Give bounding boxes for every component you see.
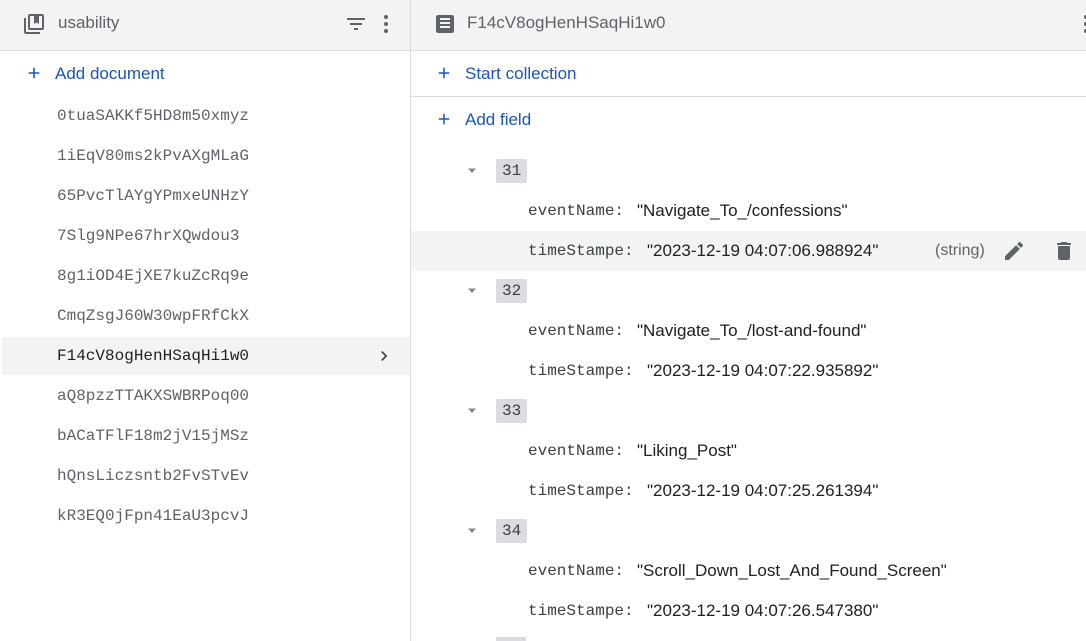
caret-down-icon[interactable] (466, 285, 478, 297)
field-value: "Scroll_Down_Lost_And_Found_Screen" (637, 561, 947, 580)
document-id: 8g1iOD4EjXE7kuZcRq9e (57, 267, 250, 285)
map-key-badge: 34 (496, 519, 528, 543)
map-key-row[interactable]: 32 (411, 271, 1086, 311)
document-id: CmqZsgJ60W30wpFRfCkX (57, 307, 250, 325)
collection-panel: usability Add document 0tuaSAKKf5HD8m50x… (0, 0, 410, 641)
edit-icon[interactable] (1002, 239, 1026, 263)
document-list-item[interactable]: 8g1iOD4EjXE7kuZcRq9e (2, 257, 410, 295)
map-key-badge: 31 (496, 159, 528, 183)
document-icon (436, 15, 454, 33)
map-key-row[interactable]: 34 (411, 511, 1086, 551)
document-id: hQnsLiczsntb2FvSTvEv (57, 467, 250, 485)
field-key: eventName: (528, 202, 625, 220)
document-list-item[interactable]: 65PvcTlAYgYPmxeUNHzY (2, 177, 410, 215)
field-row-timestampe[interactable]: timeStampe: "2023-12-19 04:07:22.935892" (411, 351, 1086, 391)
add-document-button[interactable]: Add document (0, 51, 410, 97)
document-panel: F14cV8ogHenHSaqHi1w0 Start collection Ad… (411, 0, 1086, 641)
caret-down-icon[interactable] (466, 525, 478, 537)
document-id: bACaTFlF18m2jV15jMSz (57, 427, 250, 445)
collection-header: usability (0, 0, 410, 51)
field-row-timestampe[interactable]: timeStampe: "2023-12-19 04:07:06.988924" (… (411, 231, 1086, 271)
document-list-item[interactable]: kR3EQ0jFpn41EaU3pcvJ (2, 497, 410, 535)
add-field-button[interactable]: Add field (411, 97, 1086, 143)
document-id: F14cV8ogHenHSaqHi1w0 (57, 347, 250, 365)
document-id: 0tuaSAKKf5HD8m50xmyz (57, 107, 250, 125)
plus-icon (28, 67, 40, 79)
field-type-label: (string) (935, 242, 985, 259)
document-list-item[interactable]: CmqZsgJ60W30wpFRfCkX (2, 297, 410, 335)
field-value: "Navigate_To_/confessions" (637, 201, 848, 220)
delete-icon[interactable] (1052, 239, 1076, 263)
field-value: "Navigate_To_/lost-and-found" (637, 321, 867, 340)
field-value: "2023-12-19 04:07:22.935892" (647, 361, 879, 380)
document-list-item[interactable]: 1iEqV80ms2kPvAXgMLaG (2, 137, 410, 175)
document-id: 65PvcTlAYgYPmxeUNHzY (57, 187, 250, 205)
document-list-item[interactable]: aQ8pzzTTAKXSWBRPoq00 (2, 377, 410, 415)
plus-icon (438, 113, 450, 125)
field-row-timestampe[interactable]: timeStampe: "2023-12-19 04:07:25.261394" (411, 471, 1086, 511)
document-id: 7Slg9NPe67hrXQwdou3 (57, 227, 240, 245)
document-list-item[interactable]: 7Slg9NPe67hrXQwdou3 (2, 217, 410, 255)
document-id: kR3EQ0jFpn41EaU3pcvJ (57, 507, 250, 525)
collection-title: usability (58, 13, 120, 32)
document-list-item[interactable]: F14cV8ogHenHSaqHi1w0 (2, 337, 410, 375)
map-key-row[interactable]: 33 (411, 391, 1086, 431)
field-value: "2023-12-19 04:07:06.988924" (647, 241, 879, 260)
field-key: eventName: (528, 442, 625, 460)
field-key: eventName: (528, 562, 625, 580)
more-vert-icon[interactable] (374, 12, 398, 36)
document-list-item[interactable]: hQnsLiczsntb2FvSTvEv (2, 457, 410, 495)
document-list-item[interactable]: bACaTFlF18m2jV15jMSz (2, 417, 410, 455)
field-row-eventname[interactable]: eventName: "Navigate_To_/confessions" (411, 191, 1086, 231)
field-row-eventname[interactable]: eventName: "Scroll_Down_Lost_And_Found_Sc… (411, 551, 1086, 591)
field-key: timeStampe: (528, 602, 634, 620)
map-key-badge-partial (496, 637, 526, 641)
document-header: F14cV8ogHenHSaqHi1w0 (411, 0, 1086, 51)
document-id: aQ8pzzTTAKXSWBRPoq00 (57, 387, 250, 405)
start-collection-button[interactable]: Start collection (411, 51, 1086, 97)
filter-icon[interactable] (344, 12, 368, 36)
field-value: "2023-12-19 04:07:26.547380" (647, 601, 879, 620)
field-key: timeStampe: (528, 482, 634, 500)
field-value: "Liking_Post" (637, 441, 737, 460)
field-row-timestampe[interactable]: timeStampe: "2023-12-19 04:07:26.547380" (411, 591, 1086, 631)
plus-icon (438, 67, 450, 79)
start-collection-label: Start collection (465, 64, 577, 83)
field-key: eventName: (528, 322, 625, 340)
map-key-badge: 32 (496, 279, 528, 303)
chevron-right-icon (381, 351, 388, 361)
add-field-label: Add field (465, 110, 532, 129)
document-list-item[interactable]: 0tuaSAKKf5HD8m50xmyz (2, 97, 410, 135)
document-title: F14cV8ogHenHSaqHi1w0 (467, 13, 666, 32)
collection-icon (24, 14, 44, 34)
field-key: timeStampe: (528, 242, 634, 260)
caret-down-icon[interactable] (466, 405, 478, 417)
field-value: "2023-12-19 04:07:25.261394" (647, 481, 879, 500)
field-row-eventname[interactable]: eventName: "Navigate_To_/lost-and-found" (411, 311, 1086, 351)
caret-down-icon[interactable] (466, 165, 478, 177)
field-key: timeStampe: (528, 362, 634, 380)
map-key-row[interactable]: 31 (411, 151, 1086, 191)
more-vert-icon[interactable] (1074, 12, 1086, 36)
field-row-eventname[interactable]: eventName: "Liking_Post" (411, 431, 1086, 471)
add-document-label: Add document (55, 64, 165, 83)
document-id: 1iEqV80ms2kPvAXgMLaG (57, 147, 250, 165)
map-key-badge: 33 (496, 399, 528, 423)
